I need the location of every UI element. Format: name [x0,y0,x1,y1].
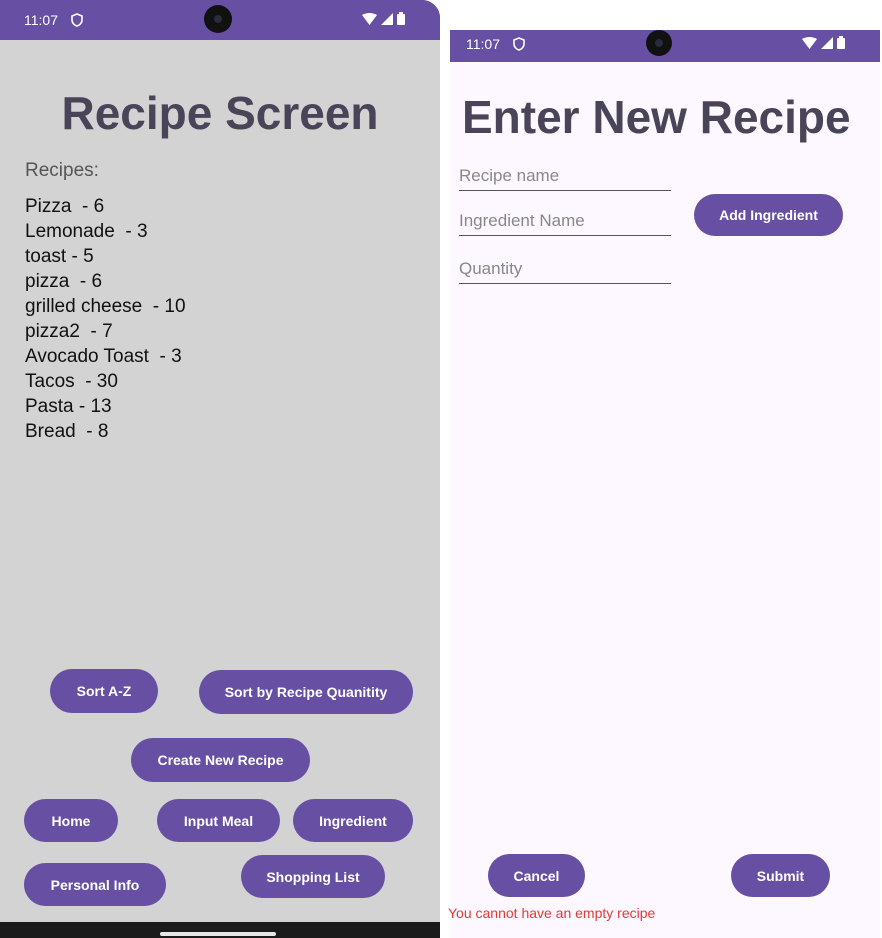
recipe-name-field [459,164,671,191]
list-item: pizza - 6 [25,271,103,292]
battery-icon [837,36,845,49]
add-ingredient-button[interactable]: Add Ingredient [694,194,843,236]
status-icons [362,12,405,25]
list-item: pizza2 - 7 [25,321,113,342]
list-item: Pizza - 6 [25,196,105,217]
sort-by-quantity-button[interactable]: Sort by Recipe Quanitity [199,670,413,714]
list-item: Pasta - 13 [25,396,112,417]
camera-cutout-icon [646,30,672,56]
home-button[interactable]: Home [24,799,118,842]
status-bar: 11:07 [0,0,440,40]
signal-icon [821,36,833,49]
page-title: Recipe Screen [61,87,379,139]
list-item: grilled cheese - 10 [25,296,186,317]
ingredient-button[interactable]: Ingredient [293,799,413,842]
quantity-field [459,257,671,284]
gesture-home-bar[interactable] [160,932,276,936]
camera-cutout-icon [204,5,232,33]
status-icons [802,36,845,49]
recipe-list: Pizza - 6 Lemonade - 3 toast - 5 pizza -… [25,194,186,444]
list-item: Tacos - 30 [25,371,118,392]
shield-icon [70,13,84,27]
cancel-button[interactable]: Cancel [488,854,585,897]
ingredient-name-input[interactable] [459,209,671,235]
status-time: 11:07 [466,36,500,52]
wifi-icon [362,12,377,25]
list-item: toast - 5 [25,246,94,267]
list-item: Avocado Toast - 3 [25,346,182,367]
error-message: You cannot have an empty recipe [448,905,656,921]
page-title: Enter New Recipe [462,91,851,143]
recipe-screen-device: 11:07 Recipe Screen Recipes: Pizza - 6 L… [0,0,440,938]
enter-recipe-device: 11:07 Enter New Recipe Add Ingredient Ca… [448,30,880,938]
recipe-name-input[interactable] [459,164,671,190]
shopping-list-button[interactable]: Shopping List [241,855,385,898]
recipe-screen: Recipe Screen Recipes: Pizza - 6 Lemonad… [0,40,440,922]
submit-button[interactable]: Submit [731,854,830,897]
list-item: Bread - 8 [25,421,109,442]
screenshot-stage: 11:07 Recipe Screen Recipes: Pizza - 6 L… [0,0,882,938]
battery-icon [397,12,405,25]
sort-az-button[interactable]: Sort A-Z [50,669,158,713]
wifi-icon [802,36,817,49]
status-time: 11:07 [24,12,58,28]
list-item: Lemonade - 3 [25,221,148,242]
signal-icon [381,12,393,25]
create-new-recipe-button[interactable]: Create New Recipe [131,738,310,782]
personal-info-button[interactable]: Personal Info [24,863,166,906]
quantity-input[interactable] [459,257,671,283]
input-meal-button[interactable]: Input Meal [157,799,280,842]
ingredient-name-field [459,209,671,236]
recipes-label: Recipes: [25,160,99,181]
status-bar: 11:07 [450,30,880,62]
shield-icon [512,37,526,51]
